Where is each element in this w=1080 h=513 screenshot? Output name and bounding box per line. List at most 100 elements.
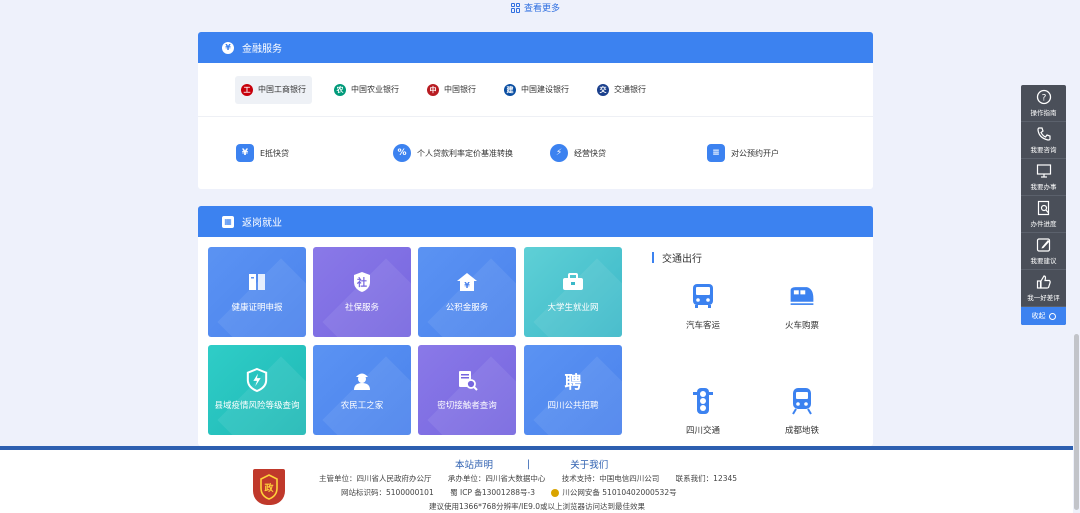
view-more-link[interactable]: 查看更多 (511, 1, 560, 14)
grid-card-icon: ▦ (222, 215, 234, 228)
tile-label: 农民工之家 (340, 401, 384, 411)
metro-icon (789, 388, 815, 415)
traffic-bus[interactable]: 汽车客运 (668, 283, 738, 331)
view-more-label: 查看更多 (524, 4, 561, 14)
host-unit: 主管单位：四川省人民政府办公厅 (319, 474, 432, 483)
employment-tiles: 健康证明申报 社 社保服务 ¥ 公积金服务 大学生就业网 县域疫情风险等级查询 (208, 247, 622, 435)
sidebar-label: 我一好差评 (1027, 294, 1060, 302)
tile-epidemic-risk[interactable]: 县域疫情风险等级查询 (208, 345, 306, 435)
traffic-label: 成都地铁 (784, 426, 819, 436)
organizer-unit: 承办单位：四川省大数据中心 (447, 474, 546, 483)
employment-panel: ▦ 返岗就业 健康证明申报 社 社保服务 ¥ 公积金服务 大学生就业网 县域疫情… (198, 206, 873, 446)
tile-label: 公积金服务 (445, 303, 489, 313)
icp-link[interactable]: 蜀 ICP 备13001288号-3 (450, 488, 535, 497)
collapse-icon (1048, 312, 1056, 320)
train-icon (789, 283, 815, 309)
service-business-loan[interactable]: ⚡ 经营快贷 (550, 144, 707, 162)
police-badge-icon (551, 489, 560, 497)
tile-migrant-workers[interactable]: 农民工之家 (313, 345, 411, 435)
traffic-sichuan[interactable]: 四川交通 (668, 388, 738, 436)
bus-icon (690, 283, 716, 309)
tech-support: 技术支持：中国电信四川公司 (561, 474, 660, 483)
monitor-icon (1036, 163, 1052, 179)
traffic-label: 火车购票 (784, 321, 819, 331)
bank-tab-bocom[interactable]: 交 交通银行 (591, 76, 652, 104)
sidebar-item-progress[interactable]: 办件进度 (1021, 196, 1066, 233)
lightning-icon: ⚡ (550, 144, 568, 162)
book-icon (246, 271, 268, 293)
tile-graduate-jobs[interactable]: 大学生就业网 (524, 247, 622, 337)
bank-tab-ccb[interactable]: 建 中国建设银行 (498, 76, 575, 104)
yen-icon: ¥ (222, 41, 234, 54)
document-search-icon (456, 369, 478, 391)
tile-social-security[interactable]: 社 社保服务 (313, 247, 411, 337)
police-record-link[interactable]: 川公网安备 51010402000532号 (562, 488, 676, 497)
sidebar-item-guide[interactable]: ? 操作指南 (1021, 85, 1066, 122)
finance-header: ¥ 金融服务 (198, 32, 873, 63)
sidebar-label: 操作指南 (1030, 109, 1057, 117)
service-corporate-account[interactable]: ≡ 对公预约开户 (707, 144, 779, 162)
right-sidebar: ? 操作指南 我要咨询 我要办事 办件进度 我要建议 我一好差评 收起 (1021, 85, 1066, 325)
tile-label: 密切接触者查询 (437, 401, 497, 411)
scrollbar-thumb[interactable] (1074, 334, 1079, 510)
tile-public-recruitment[interactable]: 聘 四川公共招聘 (524, 345, 622, 435)
svg-text:政: 政 (264, 482, 274, 494)
question-icon: ? (1036, 89, 1052, 105)
house-yen-icon: ¥ (456, 271, 478, 293)
briefcase-icon (562, 271, 584, 293)
traffic-section: 交通出行 汽车客运 火车购票 四川交通 成都地铁 (652, 250, 862, 436)
sidebar-item-consult[interactable]: 我要咨询 (1021, 122, 1066, 159)
sidebar-collapse-button[interactable]: 收起 (1021, 307, 1066, 325)
percent-icon: % (393, 144, 411, 162)
bocom-logo-icon: 交 (597, 83, 609, 96)
worker-icon (351, 369, 373, 391)
recruit-icon: 聘 (564, 372, 582, 393)
traffic-metro[interactable]: 成都地铁 (767, 388, 837, 436)
bank-label: 交通银行 (614, 85, 646, 94)
employment-header: ▦ 返岗就业 (198, 206, 873, 237)
sidebar-label: 我要咨询 (1030, 146, 1057, 154)
tile-label: 县域疫情风险等级查询 (214, 401, 300, 411)
bank-label: 中国建设银行 (521, 85, 569, 94)
about-link[interactable]: 关于我们 (570, 457, 608, 471)
tile-housing-fund[interactable]: ¥ 公积金服务 (418, 247, 516, 337)
document-search-icon (1036, 200, 1052, 216)
tile-close-contact[interactable]: 密切接触者查询 (418, 345, 516, 435)
finance-title: 金融服务 (242, 44, 282, 55)
footer-links: 本站声明 | 关于我们 (455, 457, 608, 472)
bank-tab-abc[interactable]: 农 中国农业银行 (328, 76, 405, 104)
bank-tab-icbc[interactable]: 工 中国工商银行 (235, 75, 312, 104)
sidebar-item-suggest[interactable]: 我要建议 (1021, 233, 1066, 270)
party-government-logo[interactable]: 政 (253, 469, 285, 505)
service-rate-conversion[interactable]: % 个人贷款利率定价基准转换 (393, 144, 550, 162)
finance-services: ¥ E抵快贷 % 个人贷款利率定价基准转换 ⚡ 经营快贷 ≡ 对公预约开户 (198, 117, 873, 189)
footer-row-3: 建议使用1366*768分辨率/IE9.0或以上浏览器访问达到最佳效果 (429, 502, 646, 511)
account-card-icon: ≡ (707, 144, 725, 162)
abc-logo-icon: 农 (334, 83, 346, 96)
bank-tab-boc[interactable]: 中 中国银行 (421, 76, 482, 104)
sidebar-item-rating[interactable]: 我一好差评 (1021, 270, 1066, 307)
bank-label: 中国农业银行 (351, 85, 399, 94)
traffic-train[interactable]: 火车购票 (767, 283, 837, 331)
icbc-logo-icon: 工 (241, 83, 253, 96)
svg-text:?: ? (1041, 94, 1046, 104)
traffic-label: 四川交通 (685, 426, 720, 436)
shield-lightning-icon (246, 367, 268, 393)
service-e-loan[interactable]: ¥ E抵快贷 (236, 144, 393, 162)
employment-title: 返岗就业 (242, 218, 282, 229)
svg-text:社: 社 (356, 276, 367, 289)
svg-text:¥: ¥ (464, 281, 470, 290)
tile-label: 四川公共招聘 (547, 401, 599, 411)
thumbs-up-icon (1036, 274, 1052, 290)
footer: 本站声明 | 关于我们 政 主管单位：四川省人民政府办公厅 承办单位：四川省大数… (0, 450, 1080, 513)
tile-health-certificate[interactable]: 健康证明申报 (208, 247, 306, 337)
sidebar-item-handle[interactable]: 我要办事 (1021, 159, 1066, 196)
edit-icon (1036, 237, 1052, 253)
site-id: 网站标识码：5100000101 (341, 488, 434, 497)
traffic-label: 汽车客运 (685, 321, 720, 331)
grid-icon (511, 2, 521, 13)
bank-label: 中国工商银行 (258, 85, 306, 94)
sidebar-label: 办件进度 (1030, 220, 1057, 228)
page-scrollbar[interactable] (1073, 0, 1080, 513)
statement-link[interactable]: 本站声明 (455, 457, 493, 471)
